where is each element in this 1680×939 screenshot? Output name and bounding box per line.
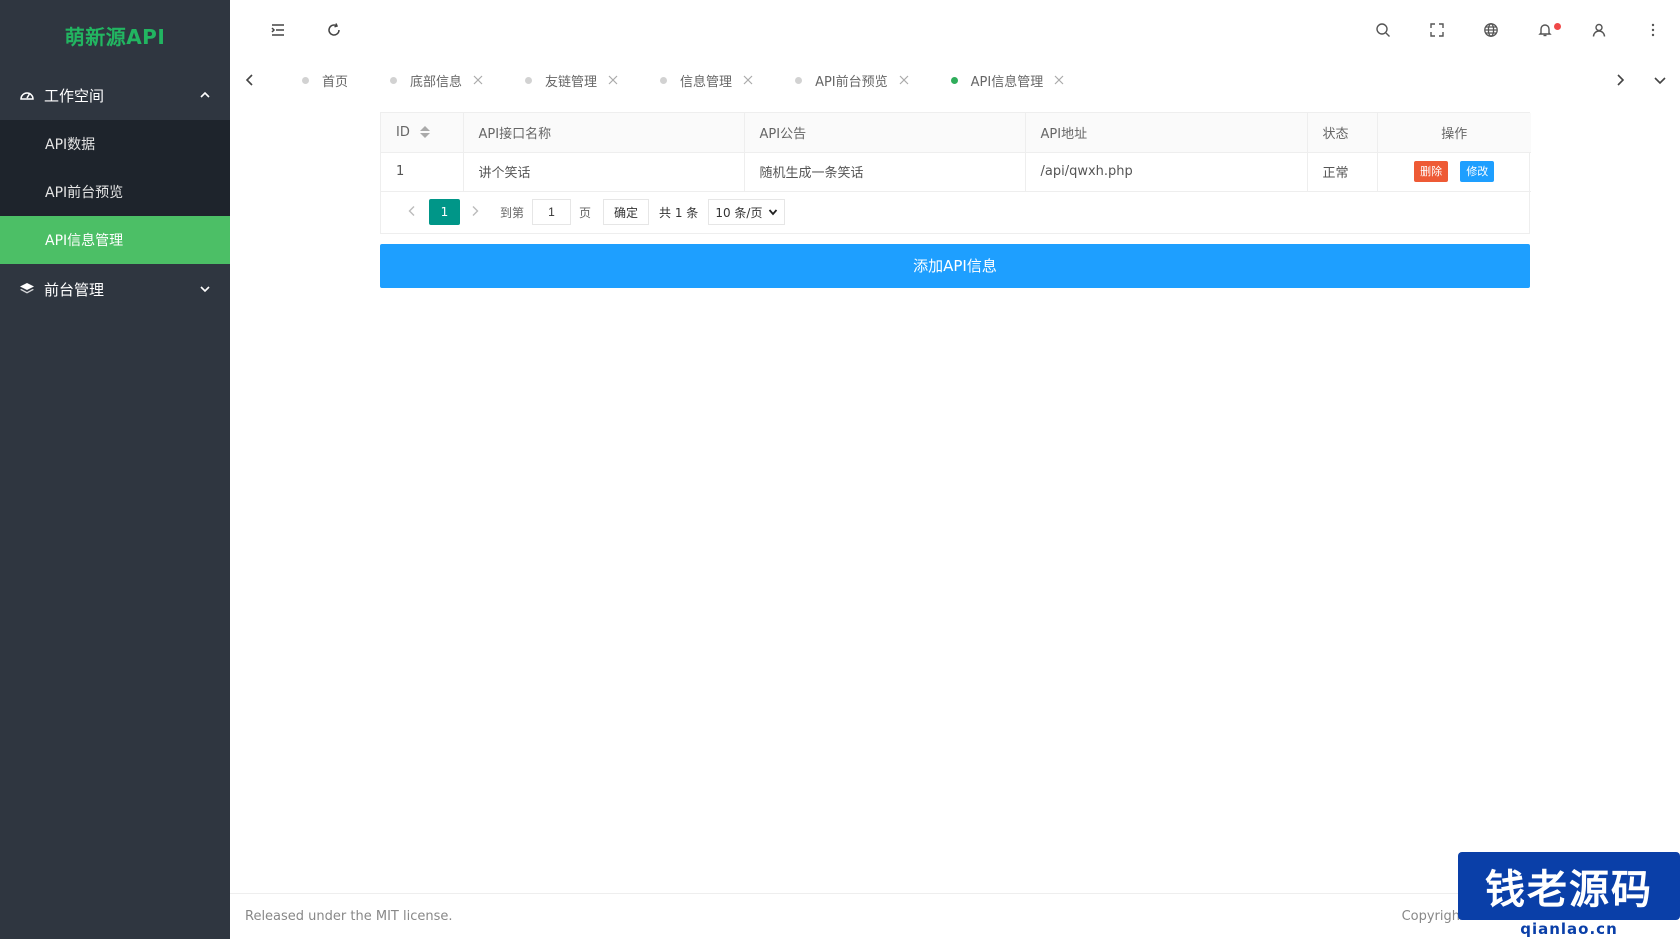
tabs-dropdown-button[interactable]	[1640, 60, 1680, 100]
globe-icon[interactable]	[1481, 20, 1501, 40]
cell-status: 正常	[1307, 152, 1378, 192]
tab-label: 首页	[322, 74, 349, 90]
prev-page-button[interactable]	[406, 205, 420, 219]
tab-api-preview[interactable]: API前台预览	[781, 60, 923, 100]
tab-list: 首页 底部信息 友链管理 信息管理 API前台预览 API信息管理	[270, 60, 1600, 100]
goto-label: 到第	[500, 205, 525, 220]
tab-links-manage[interactable]: 友链管理	[511, 60, 632, 100]
chevron-right-icon	[1617, 74, 1625, 86]
chevron-down-icon	[1654, 77, 1666, 85]
cell-notice: 随机生成一条笑话	[744, 152, 1026, 192]
main-content: ID API接口名称 API公告 API地址 状态 操作 1 讲个笑话 随机生成…	[380, 112, 1531, 288]
tab-label: API前台预览	[815, 74, 888, 90]
header-id[interactable]: ID	[381, 113, 464, 153]
tab-label: 底部信息	[410, 74, 463, 90]
table-row: 1 讲个笑话 随机生成一条笑话 /api/qwxh.php 正常 删除 修改	[381, 152, 1531, 192]
refresh-icon[interactable]	[324, 20, 344, 40]
tab-dot	[525, 76, 533, 84]
table-header-row: ID API接口名称 API公告 API地址 状态 操作	[381, 113, 1531, 153]
header-status: 状态	[1307, 113, 1378, 153]
tab-footer-info[interactable]: 底部信息	[376, 60, 497, 100]
header-label: ID	[396, 124, 410, 140]
app-logo[interactable]: 萌新源API	[0, 0, 230, 70]
close-icon[interactable]	[899, 75, 909, 85]
chevron-down-icon	[769, 209, 778, 216]
tab-dot	[950, 76, 958, 84]
tabs-bar: 首页 底部信息 友链管理 信息管理 API前台预览 API信息管理	[230, 60, 1680, 100]
more-vertical-icon[interactable]	[1643, 20, 1663, 40]
tabs-scroll-left-button[interactable]	[230, 60, 270, 100]
sort-icon[interactable]	[420, 126, 430, 139]
close-icon[interactable]	[1054, 75, 1064, 85]
layers-icon	[18, 280, 36, 298]
sidebar-group-label: 工作空间	[44, 86, 105, 105]
header-notice: API公告	[744, 113, 1026, 153]
notification-dot	[1554, 23, 1561, 30]
tab-dot	[302, 76, 309, 84]
watermark-logo: 钱老源码 qianlao.cn	[1458, 832, 1680, 939]
cell-name: 讲个笑话	[463, 152, 745, 192]
tab-dot	[660, 76, 668, 84]
user-icon[interactable]	[1589, 20, 1609, 40]
chevron-down-icon	[198, 282, 212, 296]
fullscreen-icon[interactable]	[1427, 20, 1447, 40]
close-icon[interactable]	[473, 75, 483, 85]
api-table: ID API接口名称 API公告 API地址 状态 操作 1 讲个笑话 随机生成…	[380, 112, 1531, 192]
tab-dot	[390, 76, 398, 84]
close-icon[interactable]	[743, 75, 753, 85]
page-size-value: 10 条/页	[715, 205, 763, 220]
tab-info-manage[interactable]: 信息管理	[646, 60, 767, 100]
sidebar-item-api-info-manage[interactable]: API信息管理	[0, 216, 230, 264]
top-header	[230, 0, 1680, 60]
sidebar-item-api-preview[interactable]: API前台预览	[0, 168, 230, 216]
sidebar-item-api-data[interactable]: API数据	[0, 120, 230, 168]
sidebar-item-label: API数据	[45, 137, 96, 153]
page-unit-label: 页	[579, 205, 592, 220]
header-url: API地址	[1025, 113, 1308, 153]
sidebar-group-workspace[interactable]: 工作空间	[0, 70, 230, 120]
total-count: 共 1 条	[659, 205, 699, 220]
app-root: 萌新源API 工作空间 API数据 API前台预览 API信息管理 前台管理 首…	[0, 0, 1680, 939]
watermark-domain: qianlao.cn	[1458, 920, 1680, 939]
goto-confirm-button[interactable]: 确定	[603, 199, 650, 225]
footer-license: Released under the MIT license.	[245, 909, 453, 924]
footer-copyright: Copyrigh	[1401, 909, 1460, 924]
tab-home[interactable]: 首页	[288, 60, 362, 100]
sidebar-group-label: 前台管理	[44, 280, 105, 299]
chevron-left-icon	[408, 206, 415, 216]
cell-url: /api/qwxh.php	[1025, 152, 1308, 192]
tab-dot	[795, 76, 803, 84]
dashboard-icon	[18, 86, 36, 104]
edit-button[interactable]: 修改	[1460, 161, 1495, 182]
tab-label: API信息管理	[970, 74, 1044, 90]
close-icon[interactable]	[608, 75, 618, 85]
search-icon[interactable]	[1373, 20, 1393, 40]
chevron-left-icon	[245, 74, 253, 86]
sidebar-item-label: API信息管理	[45, 233, 124, 249]
cell-actions: 删除 修改	[1377, 152, 1531, 192]
next-page-button[interactable]	[469, 205, 483, 219]
header-actions: 操作	[1377, 113, 1531, 153]
cell-id: 1	[381, 152, 464, 192]
sidebar-group-frontend[interactable]: 前台管理	[0, 264, 230, 314]
delete-button[interactable]: 删除	[1414, 161, 1449, 182]
sidebar-submenu-workspace: API数据 API前台预览 API信息管理	[0, 120, 230, 264]
tabs-scroll-right-button[interactable]	[1600, 60, 1640, 100]
pagination: 1 到第 页 确定 共 1 条 10 条/页	[380, 191, 1530, 234]
chevron-right-icon	[472, 206, 479, 216]
add-api-info-button[interactable]: 添加API信息	[380, 243, 1530, 288]
tab-label: 友链管理	[545, 74, 598, 90]
chevron-up-icon	[198, 88, 212, 102]
bell-icon[interactable]	[1535, 20, 1561, 40]
watermark-text: 钱老源码	[1458, 852, 1680, 920]
sidebar-item-label: API前台预览	[45, 185, 124, 201]
tab-api-info-manage[interactable]: API信息管理	[937, 60, 1079, 100]
tab-label: 信息管理	[680, 74, 733, 90]
menu-toggle-icon[interactable]	[268, 20, 288, 40]
current-page-button[interactable]: 1	[429, 199, 460, 225]
header-name: API接口名称	[463, 113, 745, 153]
goto-page-input[interactable]	[532, 199, 572, 225]
sidebar: 萌新源API 工作空间 API数据 API前台预览 API信息管理 前台管理	[0, 0, 230, 939]
page-size-select[interactable]: 10 条/页	[708, 199, 786, 225]
